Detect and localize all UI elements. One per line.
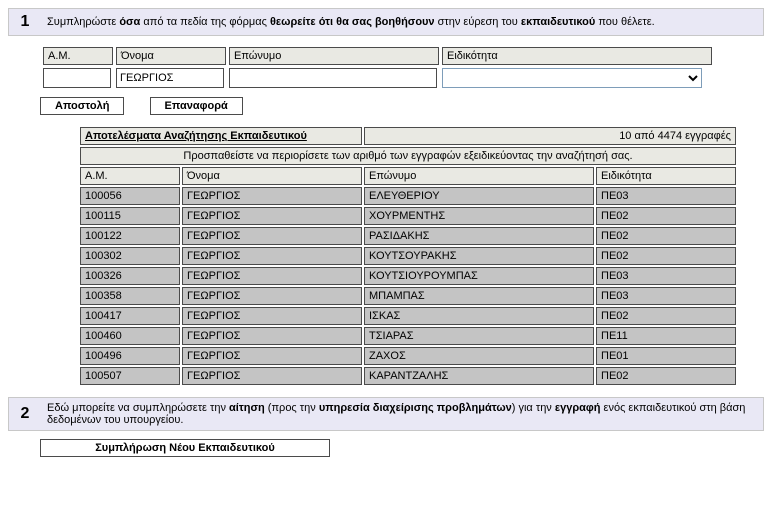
col-name: Όνομα <box>182 167 362 185</box>
table-row[interactable]: 100496ΓΕΩΡΓΙΟΣΖΑΧΟΣΠΕ01 <box>80 347 736 365</box>
new-teacher-button[interactable]: Συμπλήρωση Νέου Εκπαιδευτικού <box>40 439 330 457</box>
table-row[interactable]: 100358ΓΕΩΡΓΙΟΣΜΠΑΜΠΑΣΠΕ03 <box>80 287 736 305</box>
step-2-banner: 2 Εδώ μπορείτε να συμπληρώσετε την αίτησ… <box>8 397 764 431</box>
cell-surname: ΚΑΡΑΝΤΖΑΛΗΣ <box>364 367 594 385</box>
cell-name: ΓΕΩΡΓΙΟΣ <box>182 347 362 365</box>
cell-name: ΓΕΩΡΓΙΟΣ <box>182 207 362 225</box>
am-input[interactable] <box>43 68 111 88</box>
step-1-text: Συμπληρώστε όσα από τα πεδία της φόρμας … <box>41 12 661 32</box>
cell-spec: ΠΕ11 <box>596 327 736 345</box>
table-row[interactable]: 100507ΓΕΩΡΓΙΟΣΚΑΡΑΝΤΖΑΛΗΣΠΕ02 <box>80 367 736 385</box>
table-row[interactable]: 100122ΓΕΩΡΓΙΟΣΡΑΣΙΔΑΚΗΣΠΕ02 <box>80 227 736 245</box>
col-spec: Ειδικότητα <box>596 167 736 185</box>
cell-name: ΓΕΩΡΓΙΟΣ <box>182 307 362 325</box>
submit-button[interactable]: Αποστολή <box>40 97 124 115</box>
cell-surname: ΚΟΥΤΣΟΥΡΑΚΗΣ <box>364 247 594 265</box>
results-count: 10 από 4474 εγγραφές <box>364 127 736 145</box>
cell-surname: ΤΣΙΑΡΑΣ <box>364 327 594 345</box>
cell-spec: ΠΕ02 <box>596 247 736 265</box>
table-row[interactable]: 100460ΓΕΩΡΓΙΟΣΤΣΙΑΡΑΣΠΕ11 <box>80 327 736 345</box>
step-number: 1 <box>9 9 41 35</box>
cell-spec: ΠΕ01 <box>596 347 736 365</box>
cell-am: 100358 <box>80 287 180 305</box>
form-buttons: Αποστολή Επαναφορά <box>40 97 764 115</box>
cell-surname: ΡΑΣΙΔΑΚΗΣ <box>364 227 594 245</box>
cell-am: 100460 <box>80 327 180 345</box>
step-1-banner: 1 Συμπληρώστε όσα από τα πεδία της φόρμα… <box>8 8 764 36</box>
cell-name: ΓΕΩΡΓΙΟΣ <box>182 287 362 305</box>
surname-input[interactable] <box>229 68 437 88</box>
cell-spec: ΠΕ03 <box>596 187 736 205</box>
search-form: Α.Μ. Όνομα Επώνυμο Ειδικότητα <box>40 44 715 91</box>
table-row[interactable]: 100302ΓΕΩΡΓΙΟΣΚΟΥΤΣΟΥΡΑΚΗΣΠΕ02 <box>80 247 736 265</box>
cell-name: ΓΕΩΡΓΙΟΣ <box>182 367 362 385</box>
col-am: Α.Μ. <box>80 167 180 185</box>
cell-am: 100496 <box>80 347 180 365</box>
reset-button[interactable]: Επαναφορά <box>150 97 243 115</box>
cell-surname: ΚΟΥΤΣΙΟΥΡΟΥΜΠΑΣ <box>364 267 594 285</box>
results-table: Αποτελέσματα Αναζήτησης Εκπαιδευτικού 10… <box>78 125 738 387</box>
results-title: Αποτελέσματα Αναζήτησης Εκπαιδευτικού <box>80 127 362 145</box>
cell-name: ΓΕΩΡΓΙΟΣ <box>182 187 362 205</box>
results-hint: Προσπαθείστε να περιορίσετε των αριθμό τ… <box>80 147 736 165</box>
cell-spec: ΠΕ02 <box>596 227 736 245</box>
cell-am: 100122 <box>80 227 180 245</box>
header-am: Α.Μ. <box>43 47 113 65</box>
cell-am: 100115 <box>80 207 180 225</box>
cell-spec: ΠΕ02 <box>596 307 736 325</box>
name-input[interactable] <box>116 68 224 88</box>
header-name: Όνομα <box>116 47 226 65</box>
cell-surname: ΧΟΥΡΜΕΝΤΗΣ <box>364 207 594 225</box>
cell-am: 100417 <box>80 307 180 325</box>
cell-am: 100302 <box>80 247 180 265</box>
cell-am: 100056 <box>80 187 180 205</box>
results: Αποτελέσματα Αναζήτησης Εκπαιδευτικού 10… <box>78 125 764 387</box>
cell-surname: ΙΣΚΑΣ <box>364 307 594 325</box>
cell-surname: ΖΑΧΟΣ <box>364 347 594 365</box>
cell-spec: ΠΕ02 <box>596 367 736 385</box>
cell-spec: ΠΕ03 <box>596 267 736 285</box>
cell-name: ΓΕΩΡΓΙΟΣ <box>182 227 362 245</box>
cell-am: 100507 <box>80 367 180 385</box>
spec-select[interactable] <box>442 68 702 88</box>
cell-am: 100326 <box>80 267 180 285</box>
col-surname: Επώνυμο <box>364 167 594 185</box>
cell-name: ΓΕΩΡΓΙΟΣ <box>182 247 362 265</box>
step-2-text: Εδώ μπορείτε να συμπληρώσετε την αίτηση … <box>41 398 763 430</box>
table-row[interactable]: 100056ΓΕΩΡΓΙΟΣΕΛΕΥΘΕΡΙΟΥΠΕ03 <box>80 187 736 205</box>
cell-spec: ΠΕ02 <box>596 207 736 225</box>
header-spec: Ειδικότητα <box>442 47 712 65</box>
cell-surname: ΜΠΑΜΠΑΣ <box>364 287 594 305</box>
cell-name: ΓΕΩΡΓΙΟΣ <box>182 327 362 345</box>
header-surname: Επώνυμο <box>229 47 439 65</box>
cell-spec: ΠΕ03 <box>596 287 736 305</box>
step-number: 2 <box>9 401 41 427</box>
table-row[interactable]: 100326ΓΕΩΡΓΙΟΣΚΟΥΤΣΙΟΥΡΟΥΜΠΑΣΠΕ03 <box>80 267 736 285</box>
cell-name: ΓΕΩΡΓΙΟΣ <box>182 267 362 285</box>
cell-surname: ΕΛΕΥΘΕΡΙΟΥ <box>364 187 594 205</box>
table-row[interactable]: 100115ΓΕΩΡΓΙΟΣΧΟΥΡΜΕΝΤΗΣΠΕ02 <box>80 207 736 225</box>
table-row[interactable]: 100417ΓΕΩΡΓΙΟΣΙΣΚΑΣΠΕ02 <box>80 307 736 325</box>
